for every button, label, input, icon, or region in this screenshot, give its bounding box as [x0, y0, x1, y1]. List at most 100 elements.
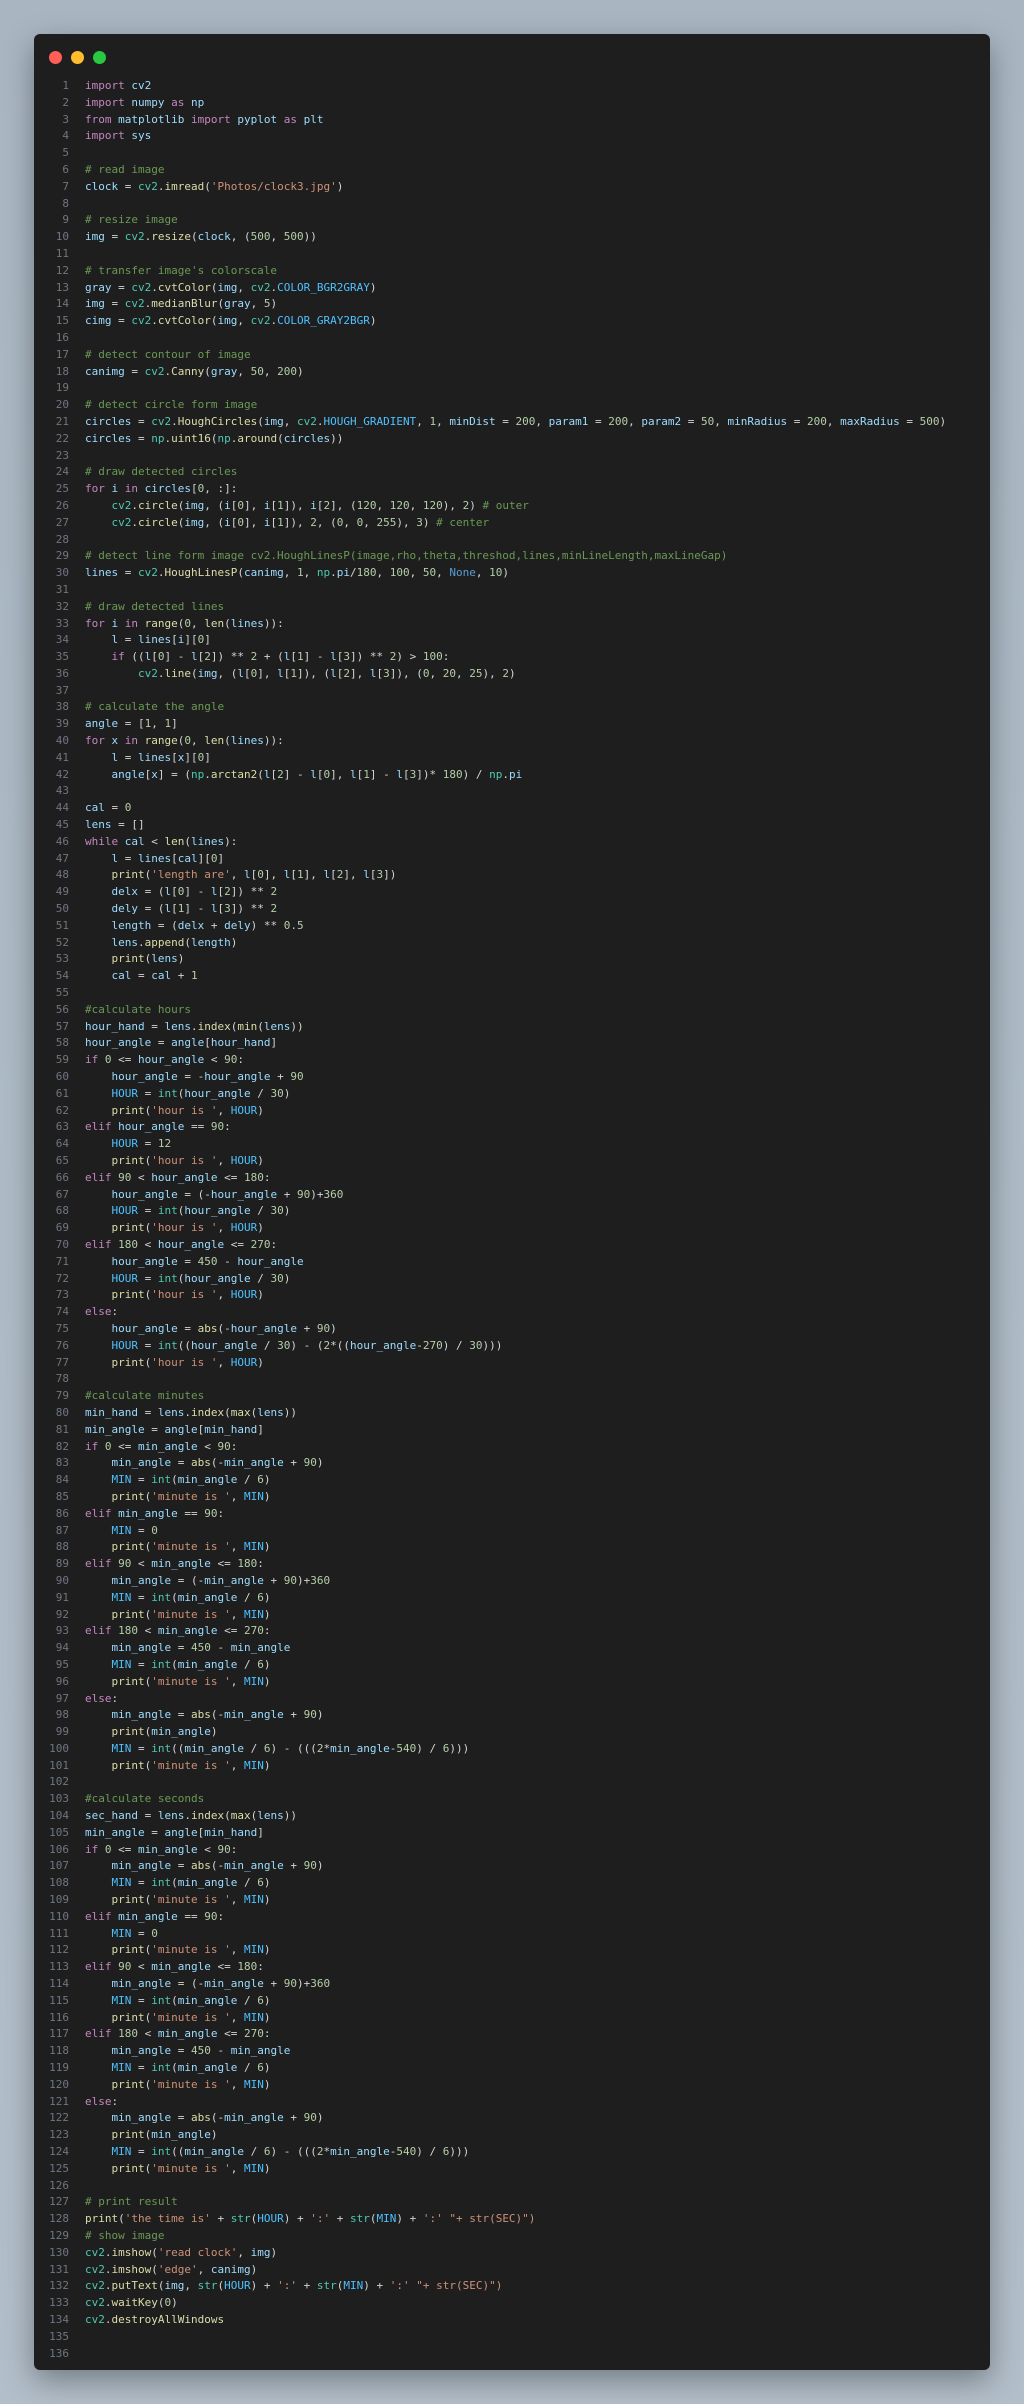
- line-number: 123: [49, 2128, 69, 2142]
- code-token: imshow: [111, 2245, 152, 2259]
- code-token: img: [85, 230, 105, 244]
- code-token: 1: [290, 666, 297, 680]
- code-token: ): [257, 1221, 264, 1235]
- code-token: 90: [118, 1170, 132, 1184]
- code-token: 0: [237, 515, 244, 529]
- code-token: img: [197, 666, 218, 680]
- code-token: HOUR: [230, 1288, 258, 1302]
- code-token: ==: [177, 1909, 205, 1923]
- code-token: ,: [826, 414, 841, 428]
- code-token: /: [349, 566, 357, 580]
- code-token: (: [191, 230, 198, 244]
- code-line: 58 hour_angle = angle[hour_hand]: [34, 1035, 990, 1052]
- code-token: angle: [111, 767, 145, 781]
- code-token: l: [243, 868, 251, 882]
- code-text: import numpy as np: [85, 95, 204, 112]
- code-token: circles: [283, 431, 331, 445]
- code-token: /: [250, 1271, 271, 1285]
- code-token: else: [85, 1691, 112, 1705]
- code-token: HOUR: [224, 2279, 251, 2293]
- code-token: ]: [204, 633, 211, 647]
- code-token: pi: [508, 767, 523, 781]
- code-line: 100 MIN = int((min_angle / 6) - (((2*min…: [34, 1741, 990, 1758]
- code-token: ],: [257, 666, 278, 680]
- line-number: 2: [62, 95, 69, 109]
- code-token: <: [144, 834, 165, 848]
- line-number: 67: [55, 1187, 69, 1201]
- code-token: 6: [257, 1876, 264, 1890]
- code-token: 120: [356, 498, 377, 512]
- code-line: 46 while cal < len(lines):: [34, 834, 990, 851]
- code-line: 61 HOUR = int(hour_angle / 30): [34, 1086, 990, 1103]
- line-number: 77: [55, 1355, 69, 1369]
- code-line: 10 img = cv2.resize(clock, (500, 500)): [34, 229, 990, 246]
- code-token: max: [230, 1405, 251, 1419]
- code-token: if: [85, 1842, 99, 1856]
- code-text: elif min_angle == 90:: [85, 1909, 224, 1926]
- code-text: elif 180 < min_angle <= 270:: [85, 1623, 270, 1640]
- code-line: 17 # detect contour of image: [34, 347, 990, 364]
- code-token: numpy: [124, 95, 172, 109]
- code-text: print('minute is ', MIN): [85, 1489, 271, 1506]
- code-token: .: [190, 1019, 198, 1033]
- code-token: 20: [442, 666, 456, 680]
- code-token: =: [177, 1321, 198, 1335]
- line-number: 25: [55, 482, 69, 496]
- code-token: hour_angle: [184, 1204, 251, 1218]
- code-token: ((: [124, 650, 145, 664]
- code-token: ),: [396, 515, 417, 529]
- code-text: cv2.imshow('read clock', img): [85, 2245, 277, 2262]
- code-token: ] -: [184, 902, 211, 916]
- code-token: <: [204, 1053, 225, 1067]
- line-number: 81: [55, 1422, 69, 1436]
- code-token: <: [131, 1960, 152, 1974]
- code-token: 'minute is ': [151, 1607, 231, 1621]
- code-token: cv2: [138, 179, 158, 193]
- code-text: print(lens): [85, 951, 185, 968]
- code-token: +: [263, 1573, 284, 1587]
- code-line: 70 elif 180 < hour_angle <= 270:: [34, 1237, 990, 1254]
- code-token: ): [263, 1540, 271, 1554]
- code-line: 24 # draw detected circles: [34, 464, 990, 481]
- code-line: 81 min_angle = angle[min_hand]: [34, 1422, 990, 1439]
- code-token: ): [283, 1086, 291, 1100]
- maximize-window-control[interactable]: [93, 51, 106, 64]
- code-token: ,: [409, 498, 423, 512]
- line-number: 12: [55, 263, 69, 277]
- code-token: canimg: [210, 2262, 251, 2276]
- code-token: index: [197, 1019, 231, 1033]
- code-token: lens: [257, 1809, 284, 1823]
- code-text: from matplotlib import pyplot as plt: [85, 112, 323, 129]
- code-token: [: [190, 482, 198, 496]
- code-line: 9 # resize image: [34, 212, 990, 229]
- code-token: 540: [396, 1741, 417, 1755]
- code-token: =: [131, 1523, 152, 1537]
- minimize-window-control[interactable]: [71, 51, 84, 64]
- code-line: 98 min_angle = abs(-min_angle + 90): [34, 1707, 990, 1724]
- code-token: min_angle: [330, 2145, 390, 2159]
- code-token: .: [204, 767, 211, 781]
- code-text: min_angle = angle[min_hand]: [85, 1825, 264, 1842]
- code-token: import: [190, 112, 231, 126]
- code-text: lens = []: [85, 817, 145, 834]
- code-token: (: [171, 1590, 178, 1604]
- code-token: 100: [422, 650, 443, 664]
- code-line: 19: [34, 380, 990, 397]
- line-number: 107: [49, 1859, 69, 1873]
- code-token: <: [131, 1557, 152, 1571]
- code-token: 0: [184, 616, 191, 630]
- code-token: 90: [217, 1439, 231, 1453]
- code-token: hour_angle: [210, 1187, 278, 1201]
- code-token: ]),: [283, 498, 311, 512]
- code-text: else:: [85, 1691, 118, 1708]
- code-token: )+: [310, 1187, 324, 1201]
- code-token: hour_angle: [184, 1086, 251, 1100]
- code-line: 109 print('minute is ', MIN): [34, 1892, 990, 1909]
- code-token: .: [131, 498, 138, 512]
- close-window-control[interactable]: [49, 51, 62, 64]
- line-number: 87: [55, 1523, 69, 1537]
